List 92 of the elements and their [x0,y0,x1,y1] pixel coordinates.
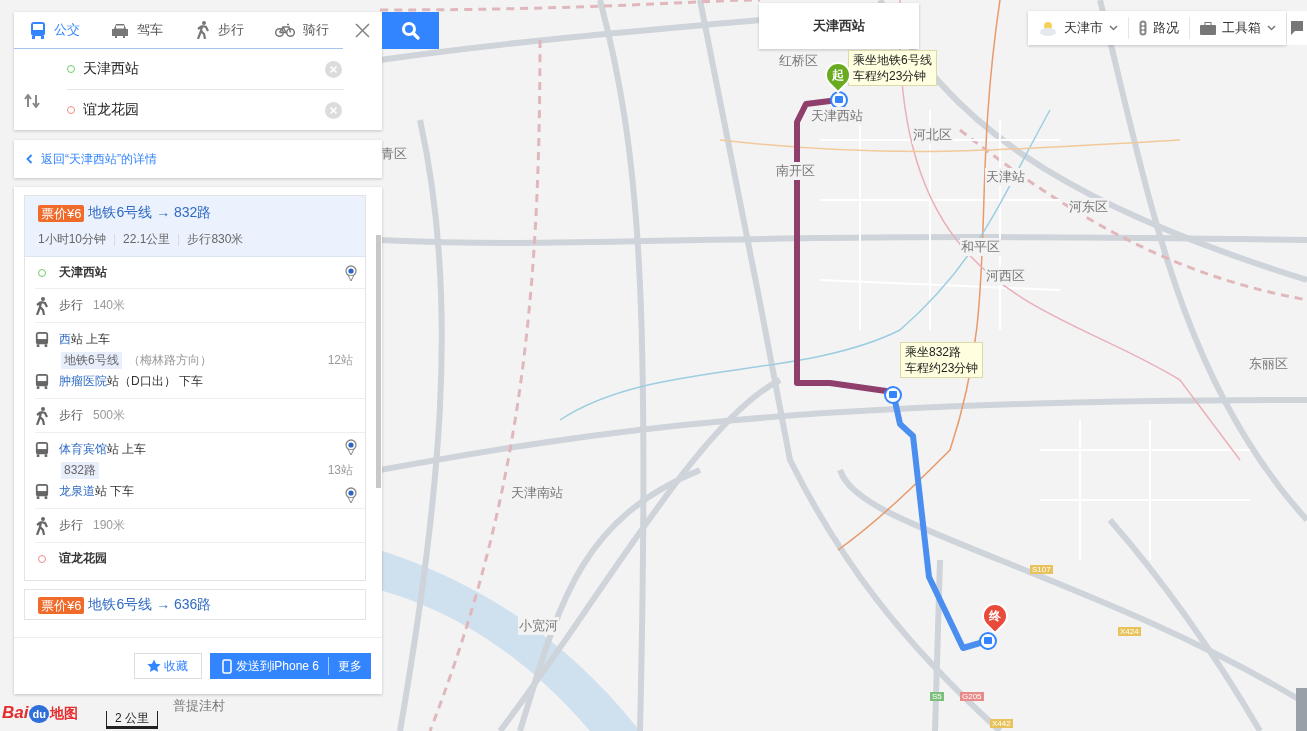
duration-text: 1小时10分钟 [38,231,107,248]
walk-distance-text: 500米 [93,407,126,424]
scrollbar[interactable] [376,235,381,488]
distance-text: 22.1公里 [123,231,171,248]
route-callout: 乘坐832路 车程约23分钟 [900,342,984,378]
bicycle-icon [274,23,295,37]
phone-icon [221,658,232,674]
station-popup: 天津西站 [759,3,919,49]
bus-stop-icon [830,91,848,109]
station-step-text: 龙泉道站 下车 [59,483,135,500]
message-icon [1291,21,1303,35]
road-shield: G205 [960,692,984,701]
walking-person-icon [35,516,49,535]
walk-distance-text: 140米 [93,297,126,314]
mode-tab[interactable]: 驾车 [96,12,179,48]
end-input-field[interactable]: 谊龙花园 [83,102,317,118]
route-title[interactable]: 地铁6号线 → 832路 [88,204,212,222]
station-step-text: 体育宾馆站 上车 [59,441,147,458]
toolbox-icon [1200,21,1216,35]
place-label: 天津南站 [510,484,564,502]
road-shield: X442 [990,719,1013,728]
place-label: 东丽区 [1248,355,1289,373]
car-icon [111,22,130,38]
walk-step-text: 步行 [59,297,83,314]
route-callout: 乘坐地铁6号线 车程约23分钟 [848,50,937,86]
place-label: 青区 [380,145,408,163]
back-link[interactable]: 返回“天津西站”的详情 [26,150,157,168]
place-label: 小宽河 [518,617,559,635]
mode-tab[interactable]: 骑行 [260,12,343,48]
chevron-left-icon [26,154,33,164]
place-label: 普提洼村 [172,697,226,715]
bus-icon [35,331,49,348]
road-shield: S5 [930,692,944,701]
place-label: 天津站 [985,168,1026,186]
caret-icon [1267,25,1276,31]
direction-text: （梅林路方向） [127,352,212,369]
route-card[interactable]: 票价¥6 地铁6号线 → 636路 [24,589,366,620]
walking-person-icon [195,21,210,39]
search-icon [401,21,420,40]
start-input-field[interactable]: 天津西站 [83,61,317,77]
price-tag: 票价¥6 [38,596,85,614]
bus-icon [35,441,49,458]
place-label: 河北区 [912,126,953,144]
price-tag: 票价¥6 [38,204,85,222]
walk-distance-text: 步行830米 [187,231,244,248]
location-pin-icon[interactable] [345,486,357,504]
mode-tab[interactable]: 公交 [14,12,97,48]
bus-icon [35,483,49,500]
place-label: 红桥区 [778,52,819,70]
station-step-text: 肿瘤医院站（D口出） 下车 [59,373,203,390]
place-label: 河西区 [985,267,1026,285]
line-tag[interactable]: 832路 [61,462,100,479]
search-button[interactable] [382,12,439,49]
weather-icon [1038,20,1058,36]
traffic-button[interactable]: 路况 [1129,17,1190,39]
stop-count: 13站 [327,462,353,479]
toolbox-button[interactable]: 工具箱 [1190,17,1286,39]
place-name: 天津西站 [59,264,107,281]
walk-step-text: 步行 [59,517,83,534]
place-label: 南开区 [775,162,816,180]
place-label: 河东区 [1068,198,1109,216]
walk-step-text: 步行 [59,407,83,424]
bus-icon [35,373,49,390]
place-name: 谊龙花园 [59,550,107,567]
map-logo: Bai du 地图 [2,703,78,723]
city-selector[interactable]: 天津市 [1028,17,1129,39]
route-card[interactable]: 票价¥6 地铁6号线 → 832路 1小时10分钟 22.1公里 步行830米 天津西站 步行 140米 西站 上车 地铁6号线 （梅林路方向） 12站 肿瘤医院站（D口出） 下车 步行 500米 体育宾馆站 上车 832路 13站 龙泉道站 下车 步行 190米 谊龙花园 [24,195,366,581]
star-icon [147,659,162,673]
location-pin-icon[interactable] [345,438,357,456]
line-tag[interactable]: 地铁6号线 [61,352,122,369]
stop-count: 12站 [327,352,353,369]
walk-distance-text: 190米 [93,517,126,534]
favorite-button[interactable]: 收藏 [133,653,202,679]
place-label: 和平区 [960,238,1001,256]
bus-icon [30,21,47,39]
route-title[interactable]: 地铁6号线 → 636路 [88,596,212,614]
station-step-text: 西站 上车 [59,331,111,348]
place-label: 天津西站 [810,107,864,125]
road-shield: S107 [1030,565,1053,574]
bus-stop-icon [884,386,902,404]
traffic-light-icon [1139,20,1147,36]
caret-icon [1109,25,1118,31]
swap-icon[interactable] [24,94,41,108]
road-shield: X424 [1118,627,1141,636]
scale-bar: 2 公里 [106,711,158,729]
bus-stop-icon [979,632,997,650]
walking-person-icon [35,406,49,425]
message-button[interactable] [1287,11,1307,45]
location-pin-icon[interactable] [345,264,357,282]
walking-person-icon [35,296,49,315]
mode-tab[interactable]: 步行 [178,12,261,48]
close-icon [354,23,370,38]
